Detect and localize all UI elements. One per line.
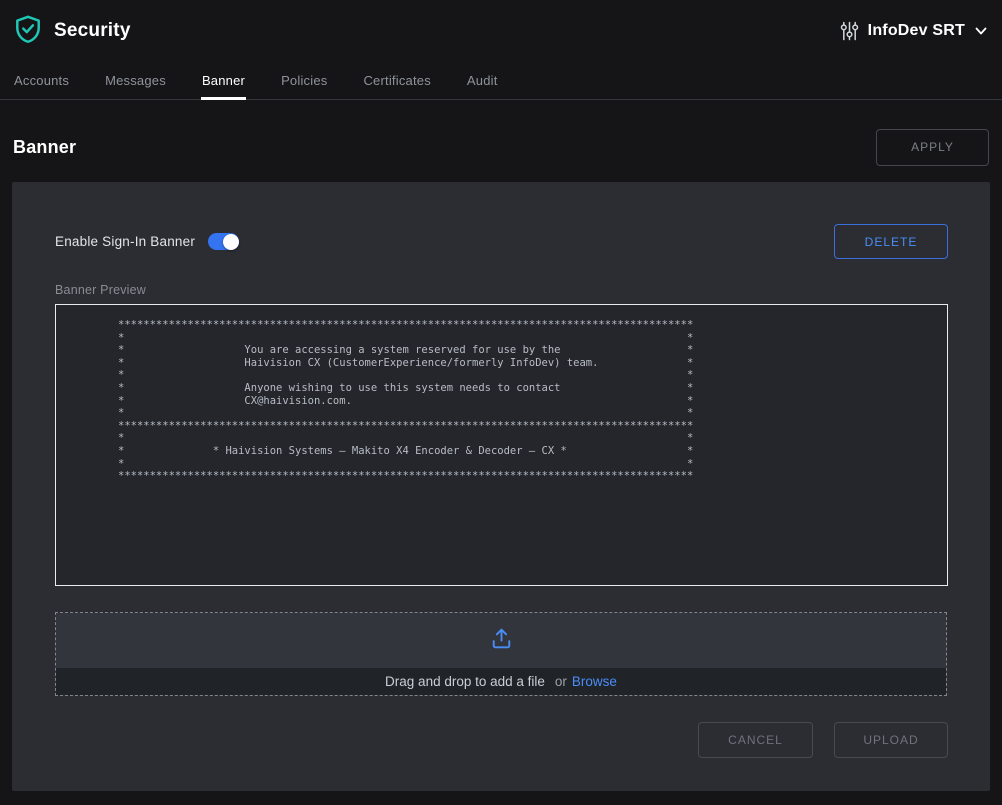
security-page: Security InfoDev SRT Accoun [0,0,1002,805]
toggle-row: Enable Sign-In Banner DELETE [55,224,948,259]
tab-bar: Accounts Messages Banner Policies Certif… [0,62,1002,100]
delete-button[interactable]: DELETE [834,224,948,259]
device-selector[interactable]: InfoDev SRT [840,21,988,41]
chevron-down-icon [974,25,988,37]
file-dropzone[interactable]: Drag and drop to add a file or Browse [55,612,947,696]
toggle-knob [223,234,239,250]
enable-banner-group: Enable Sign-In Banner [55,233,239,250]
or-text: or [555,674,567,689]
cancel-button[interactable]: CANCEL [698,722,813,758]
enable-banner-label: Enable Sign-In Banner [55,234,195,249]
brand: Security [13,14,131,49]
sliders-icon [840,21,859,41]
tab-accounts[interactable]: Accounts [13,62,70,100]
apply-button[interactable]: APPLY [876,129,989,166]
title-row: Banner APPLY [0,100,1002,182]
tab-audit[interactable]: Audit [466,62,499,100]
app-header: Security InfoDev SRT [0,0,1002,62]
tab-banner[interactable]: Banner [201,62,246,100]
app-title: Security [54,20,131,42]
upload-icon [488,625,515,657]
banner-preview-text: ****************************************… [55,304,948,586]
dropzone-text-strip: Drag and drop to add a file or Browse [56,668,946,695]
browse-link[interactable]: Browse [572,674,617,689]
tab-policies[interactable]: Policies [280,62,328,100]
dropzone-icon-area [56,613,946,668]
banner-preview-label: Banner Preview [55,283,948,297]
banner-panel: Enable Sign-In Banner DELETE Banner Prev… [12,182,990,791]
tab-certificates[interactable]: Certificates [362,62,431,100]
section-title: Banner [13,137,76,158]
enable-banner-toggle[interactable] [208,233,239,250]
tab-messages[interactable]: Messages [104,62,167,100]
drag-drop-text: Drag and drop to add a file [385,674,545,689]
security-shield-icon [13,14,43,49]
action-buttons: CANCEL UPLOAD [55,722,948,758]
upload-button[interactable]: UPLOAD [834,722,948,758]
device-name: InfoDev SRT [868,22,965,40]
